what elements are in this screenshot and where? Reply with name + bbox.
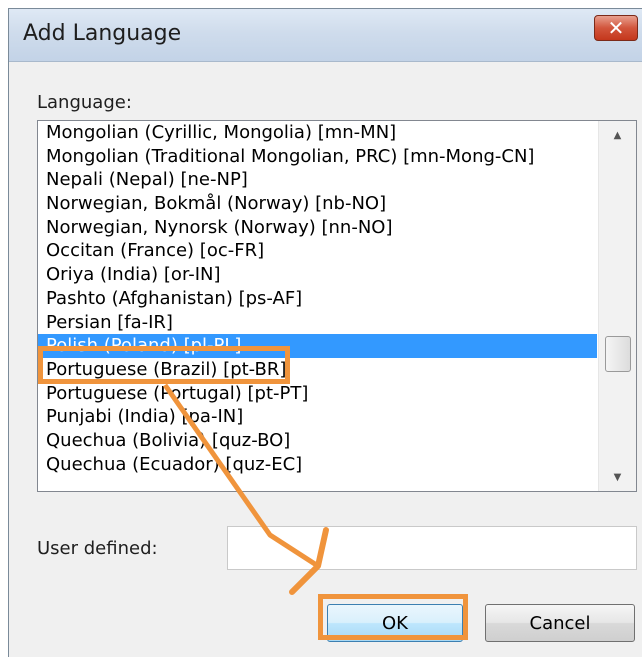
close-icon: ✕ [607, 16, 625, 40]
ok-button[interactable]: OK [327, 604, 463, 642]
scroll-up-button[interactable]: ▲ [599, 121, 636, 149]
list-item-selected[interactable]: Polish (Poland) [pl-PL] [38, 334, 597, 358]
list-item[interactable]: Quechua (Ecuador) [quz-EC] [38, 453, 597, 477]
language-label: Language: [37, 92, 132, 113]
list-item[interactable]: Portuguese (Portugal) [pt-PT] [38, 382, 597, 406]
list-item[interactable]: Punjabi (India) [pa-IN] [38, 405, 597, 429]
list-item[interactable]: Quechua (Bolivia) [quz-BO] [38, 429, 597, 453]
list-item[interactable]: Mongolian (Traditional Mongolian, PRC) [… [38, 145, 597, 169]
list-item[interactable]: Norwegian, Bokmål (Norway) [nb-NO] [38, 192, 597, 216]
language-list: Mongolian (Cyrillic, Mongolia) [mn-MN] Mo… [38, 121, 597, 491]
list-item[interactable]: Persian [fa-IR] [38, 311, 597, 335]
add-language-dialog: Add Language ✕ Language: Mongolian (Cyri… [8, 8, 642, 657]
vertical-scrollbar[interactable]: ▲ ▼ [598, 121, 636, 491]
list-item[interactable]: Nepali (Nepal) [ne-NP] [38, 168, 597, 192]
title-bar: Add Language ✕ [9, 9, 642, 62]
list-item[interactable]: Mongolian (Cyrillic, Mongolia) [mn-MN] [38, 121, 597, 145]
chevron-up-icon: ▲ [613, 129, 622, 141]
cancel-button[interactable]: Cancel [485, 604, 635, 642]
close-button[interactable]: ✕ [594, 15, 638, 41]
user-defined-label: User defined: [37, 538, 158, 559]
chevron-down-icon: ▼ [613, 471, 622, 483]
dialog-title: Add Language [23, 21, 182, 46]
scroll-down-button[interactable]: ▼ [599, 463, 636, 491]
user-defined-input[interactable] [227, 526, 637, 570]
list-item[interactable]: Pashto (Afghanistan) [ps-AF] [38, 287, 597, 311]
list-item[interactable]: Norwegian, Nynorsk (Norway) [nn-NO] [38, 216, 597, 240]
list-item[interactable]: Occitan (France) [oc-FR] [38, 239, 597, 263]
list-item[interactable]: Oriya (India) [or-IN] [38, 263, 597, 287]
list-item[interactable]: Portuguese (Brazil) [pt-BR] [38, 358, 597, 382]
dialog-client: Language: Mongolian (Cyrillic, Mongolia)… [9, 62, 642, 657]
scrollbar-thumb[interactable] [605, 336, 631, 372]
language-listbox[interactable]: Mongolian (Cyrillic, Mongolia) [mn-MN] Mo… [37, 120, 637, 492]
